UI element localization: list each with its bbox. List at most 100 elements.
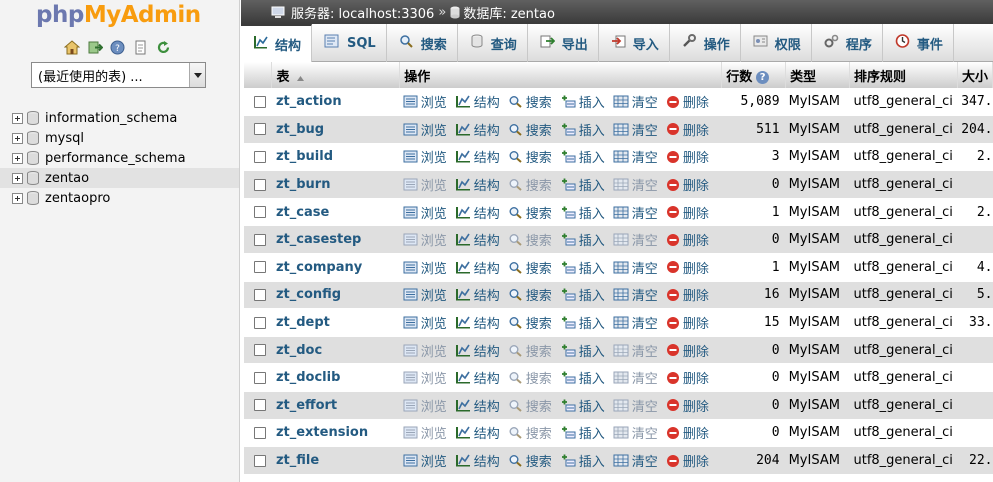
search-action[interactable]: 搜索 <box>508 451 552 470</box>
breadcrumb-database[interactable]: 数据库: zentao <box>450 3 555 22</box>
search-action[interactable]: 搜索 <box>508 258 552 277</box>
insert-action[interactable]: 插入 <box>560 423 605 442</box>
tab-operations[interactable]: 操作 <box>670 24 741 62</box>
help-icon[interactable]: ? <box>756 70 770 84</box>
row-checkbox[interactable] <box>254 399 266 412</box>
empty-action[interactable]: 清空 <box>613 203 658 222</box>
drop-action[interactable]: 删除 <box>666 423 709 442</box>
breadcrumb-server[interactable]: 服务器: localhost:3306 <box>291 3 434 22</box>
search-action[interactable]: 搜索 <box>508 175 552 194</box>
insert-action[interactable]: 插入 <box>560 203 605 222</box>
search-action[interactable]: 搜索 <box>508 120 552 139</box>
browse-action[interactable]: 浏览 <box>403 313 447 332</box>
insert-action[interactable]: 插入 <box>560 230 605 249</box>
table-name-link[interactable]: zt_doc <box>271 336 400 365</box>
browse-action[interactable]: 浏览 <box>403 230 447 249</box>
row-checkbox[interactable] <box>254 316 266 329</box>
table-name-link[interactable]: zt_extension <box>271 419 400 448</box>
drop-action[interactable]: 删除 <box>666 451 709 470</box>
empty-action[interactable]: 清空 <box>613 147 658 166</box>
tab-events[interactable]: 事件 <box>883 24 954 62</box>
header-size[interactable]: 大小 <box>957 62 993 88</box>
drop-action[interactable]: 删除 <box>666 368 709 387</box>
db-tree-item[interactable]: information_schema <box>0 108 239 128</box>
drop-action[interactable]: 删除 <box>666 230 709 249</box>
table-name-link[interactable]: zt_config <box>271 281 400 310</box>
search-action[interactable]: 搜索 <box>508 313 552 332</box>
row-checkbox[interactable] <box>254 206 266 219</box>
row-checkbox[interactable] <box>254 150 266 163</box>
drop-action[interactable]: 删除 <box>666 396 709 415</box>
db-tree-item[interactable]: zentao <box>0 168 239 188</box>
browse-action[interactable]: 浏览 <box>403 92 447 111</box>
chevron-down-icon[interactable] <box>189 63 205 87</box>
structure-action[interactable]: 结构 <box>455 368 500 387</box>
insert-action[interactable]: 插入 <box>560 175 605 194</box>
insert-action[interactable]: 插入 <box>560 341 605 360</box>
empty-action[interactable]: 清空 <box>613 175 658 194</box>
table-name-link[interactable]: zt_effort <box>271 391 400 420</box>
empty-action[interactable]: 清空 <box>613 451 658 470</box>
table-name-link[interactable]: zt_file <box>271 446 400 475</box>
tab-query[interactable]: 查询 <box>458 24 528 62</box>
search-action[interactable]: 搜索 <box>508 396 552 415</box>
row-checkbox[interactable] <box>254 233 266 246</box>
structure-action[interactable]: 结构 <box>455 451 500 470</box>
insert-action[interactable]: 插入 <box>560 313 605 332</box>
search-action[interactable]: 搜索 <box>508 147 552 166</box>
header-type[interactable]: 类型 <box>785 62 850 88</box>
empty-action[interactable]: 清空 <box>613 423 658 442</box>
table-name-link[interactable]: zt_burn <box>271 170 400 199</box>
structure-action[interactable]: 结构 <box>455 230 500 249</box>
browse-action[interactable]: 浏览 <box>403 147 447 166</box>
insert-action[interactable]: 插入 <box>560 368 605 387</box>
structure-action[interactable]: 结构 <box>455 258 500 277</box>
db-tree-item[interactable]: performance_schema <box>0 148 239 168</box>
table-name-link[interactable]: zt_build <box>271 143 400 172</box>
drop-action[interactable]: 删除 <box>666 258 709 277</box>
reload-icon[interactable] <box>154 39 173 55</box>
insert-action[interactable]: 插入 <box>560 258 605 277</box>
structure-action[interactable]: 结构 <box>455 92 500 111</box>
drop-action[interactable]: 删除 <box>666 285 709 304</box>
empty-action[interactable]: 清空 <box>613 120 658 139</box>
tab-export[interactable]: 导出 <box>528 24 599 62</box>
table-name-link[interactable]: zt_doclib <box>271 363 400 393</box>
phpmyadmin-logo[interactable]: phpMyAdmin <box>36 2 201 28</box>
empty-action[interactable]: 清空 <box>613 313 658 332</box>
tab-sql[interactable]: SQL <box>312 24 387 62</box>
recent-tables-select[interactable]: (最近使用的表) ... <box>31 62 206 88</box>
search-action[interactable]: 搜索 <box>508 203 552 222</box>
structure-action[interactable]: 结构 <box>455 175 500 194</box>
table-name-link[interactable]: zt_bug <box>271 115 400 144</box>
browse-action[interactable]: 浏览 <box>403 423 447 442</box>
insert-action[interactable]: 插入 <box>560 451 605 470</box>
search-action[interactable]: 搜索 <box>508 230 552 249</box>
drop-action[interactable]: 删除 <box>666 120 709 139</box>
structure-action[interactable]: 结构 <box>455 203 500 222</box>
browse-action[interactable]: 浏览 <box>403 396 447 415</box>
db-tree-item[interactable]: zentaopro <box>0 188 239 208</box>
table-name-link[interactable]: zt_case <box>271 198 400 227</box>
row-checkbox[interactable] <box>254 123 266 136</box>
expand-icon[interactable] <box>12 112 23 124</box>
structure-action[interactable]: 结构 <box>455 396 500 415</box>
row-checkbox[interactable] <box>254 454 266 467</box>
db-tree-item[interactable]: mysql <box>0 128 239 148</box>
empty-action[interactable]: 清空 <box>613 341 658 360</box>
browse-action[interactable]: 浏览 <box>403 203 447 222</box>
structure-action[interactable]: 结构 <box>455 285 500 304</box>
insert-action[interactable]: 插入 <box>560 92 605 111</box>
row-checkbox[interactable] <box>254 178 266 191</box>
drop-action[interactable]: 删除 <box>666 341 709 360</box>
empty-action[interactable]: 清空 <box>613 92 658 111</box>
expand-icon[interactable] <box>12 152 23 164</box>
row-checkbox[interactable] <box>254 288 266 301</box>
search-action[interactable]: 搜索 <box>508 285 552 304</box>
row-checkbox[interactable] <box>254 371 266 384</box>
search-action[interactable]: 搜索 <box>508 92 552 111</box>
table-name-link[interactable]: zt_casestep <box>271 225 400 255</box>
structure-action[interactable]: 结构 <box>455 423 500 442</box>
search-action[interactable]: 搜索 <box>508 423 552 442</box>
empty-action[interactable]: 清空 <box>613 368 658 387</box>
